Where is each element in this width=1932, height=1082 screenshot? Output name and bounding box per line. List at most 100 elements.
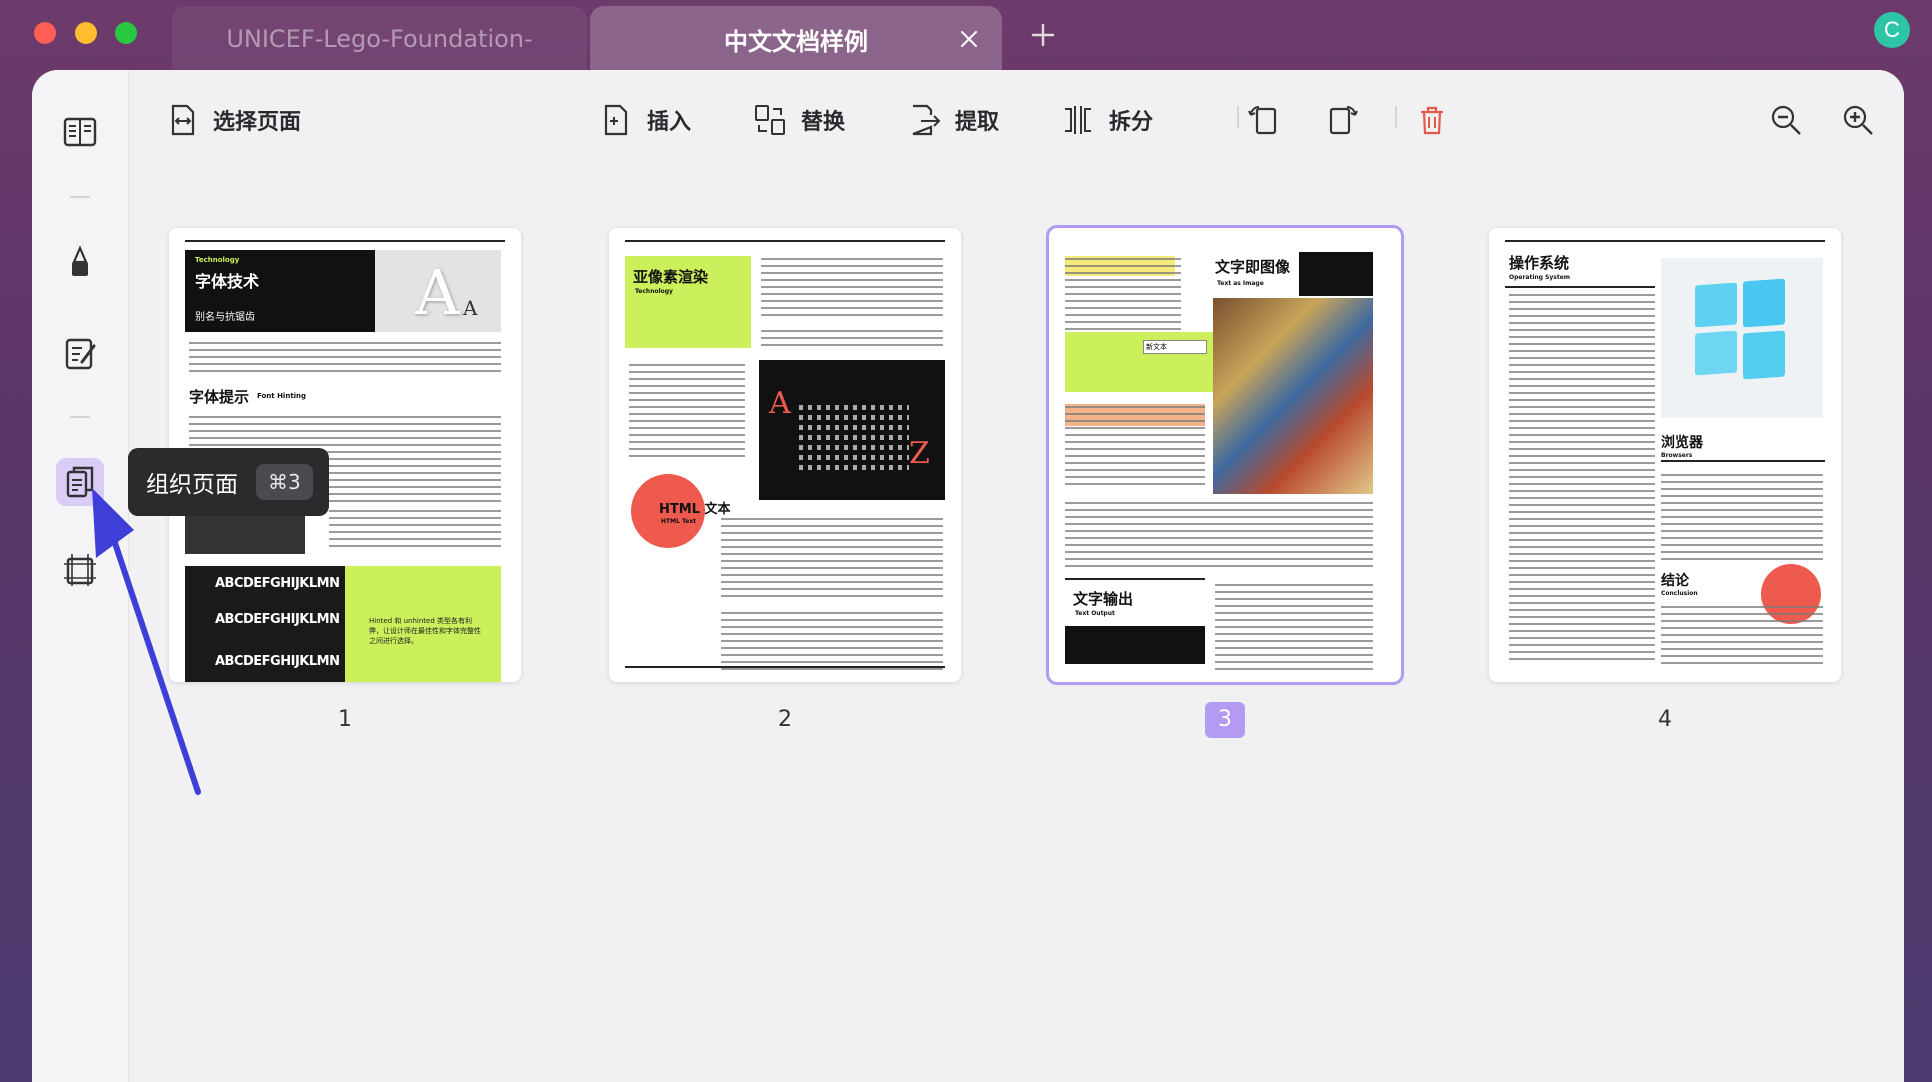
rotate-left-icon <box>1248 106 1277 135</box>
page-thumbnail-3[interactable]: 文字即图像 Text as Image 新文本 文字输出 Text Output <box>1046 225 1404 685</box>
text-lines <box>761 258 943 320</box>
rule <box>1505 286 1655 288</box>
close-icon[interactable] <box>958 28 980 50</box>
page-subtitle: Text as Image <box>1217 280 1264 287</box>
sidebar-item-reader[interactable] <box>56 108 104 156</box>
organize-pages-icon <box>66 466 94 498</box>
section-subtitle: Text Output <box>1075 610 1115 617</box>
page-thumbnail-4[interactable]: 操作系统 Operating System 浏览器 Browsers 结论 Co… <box>1489 228 1841 682</box>
sample-photo: ABCDEFGHIJKLMN ABCDEFGHIJKLMN ABCDEFGHIJ… <box>185 566 345 682</box>
letter-tiles-photo <box>1213 298 1373 494</box>
delete-button[interactable] <box>1415 100 1449 140</box>
letter-a: A <box>769 386 791 421</box>
page-number-1: 1 <box>338 707 352 732</box>
text-lines <box>761 330 943 348</box>
page-title: 操作系统 <box>1509 254 1570 272</box>
close-window-button[interactable] <box>34 22 56 44</box>
section-subtitle: Font Hinting <box>257 392 307 400</box>
text-lines <box>1661 606 1823 664</box>
page-subtitle: 别名与抗锯齿 <box>195 312 255 323</box>
section-subtitle: HTML Text <box>661 518 697 525</box>
black-box <box>1299 252 1373 296</box>
page-number-3: 3 <box>1205 702 1245 738</box>
toolbar: 选择页面 插入 替换 提取 拆分 <box>129 70 1904 170</box>
replace-label: 替换 <box>801 110 846 135</box>
edit-icon <box>65 338 96 370</box>
crop-icon <box>64 554 96 586</box>
zoom-in-button[interactable] <box>1841 100 1875 140</box>
sidebar-item-highlight[interactable] <box>56 238 104 286</box>
sidebar <box>32 70 128 1082</box>
highlighter-icon <box>72 245 88 276</box>
caption: Hinted 和 unhinted 类型各有利弊，让设计师在最佳性和字体完整性之… <box>369 617 481 645</box>
lime-block: 新文本 <box>1065 332 1213 392</box>
text-lines <box>721 518 943 600</box>
conclusion-title: 结论 <box>1661 573 1689 589</box>
zoom-out-button[interactable] <box>1769 100 1803 140</box>
maximize-window-button[interactable] <box>115 22 137 44</box>
rotate-right-button[interactable] <box>1325 100 1359 140</box>
sample-text-1: ABCDEFGHIJKLMN <box>215 576 340 591</box>
text-lines <box>721 612 943 672</box>
page-number-2: 2 <box>778 707 792 732</box>
sidebar-item-crop[interactable] <box>56 546 104 594</box>
tab-label: 中文文档样例 <box>724 27 868 56</box>
tooltip-organize-pages: 组织页面 ⌘3 <box>128 448 329 516</box>
zoom-in-icon <box>1843 105 1873 135</box>
caption-block: Hinted 和 unhinted 类型各有利弊，让设计师在最佳性和字体完整性之… <box>345 566 501 682</box>
section-title: 文字输出 <box>1073 590 1134 608</box>
page-title: 亚像素渲染 <box>633 268 709 286</box>
insert-label: 插入 <box>647 110 692 135</box>
letters-photo: A Z <box>759 360 945 500</box>
tab-chinese-doc[interactable]: 中文文档样例 <box>590 6 1002 72</box>
text-lines <box>1661 474 1823 560</box>
section-title: 浏览器 <box>1661 435 1703 451</box>
split-icon <box>1065 106 1091 134</box>
rotate-left-button[interactable] <box>1247 100 1281 140</box>
page-subtitle: Operating System <box>1509 274 1571 281</box>
page-number-4: 4 <box>1658 707 1672 732</box>
text-field: 新文本 <box>1143 340 1207 354</box>
replace-icon <box>755 105 785 135</box>
rule <box>625 240 945 242</box>
rotate-right-icon <box>1329 106 1358 135</box>
split-button[interactable]: 拆分 <box>1061 100 1153 140</box>
sidebar-item-organize[interactable] <box>56 458 104 506</box>
sidebar-item-edit[interactable] <box>56 330 104 378</box>
extract-button[interactable]: 提取 <box>907 100 999 140</box>
letter-z: Z <box>909 436 930 471</box>
replace-button[interactable]: 替换 <box>753 100 845 140</box>
new-tab-plus-icon[interactable] <box>1030 22 1056 48</box>
text-lines <box>1065 258 1181 340</box>
windows-logo-image <box>1661 258 1823 418</box>
letter-grid <box>799 400 909 470</box>
section-title: HTML 文本 <box>659 502 731 517</box>
toolbar-divider <box>1237 106 1239 128</box>
conclusion-subtitle: Conclusion <box>1661 590 1698 597</box>
book-icon <box>63 117 97 147</box>
zoom-out-icon <box>1771 105 1801 135</box>
avatar[interactable]: C <box>1874 12 1910 48</box>
sidebar-divider <box>70 196 90 198</box>
minimize-window-button[interactable] <box>75 22 97 44</box>
tooltip-shortcut: ⌘3 <box>256 464 313 500</box>
select-pages-button[interactable]: 选择页面 <box>165 100 301 140</box>
section-subtitle: Browsers <box>1661 452 1693 459</box>
page-subtitle: Technology <box>635 288 673 295</box>
page-title: 文字即图像 <box>1215 258 1291 276</box>
extract-label: 提取 <box>955 110 1000 135</box>
rule <box>1505 240 1825 242</box>
text-lines <box>189 342 501 374</box>
page-thumbnail-2[interactable]: 亚像素渲染 Technology A Z HTML 文本 HTML Text <box>609 228 961 682</box>
tab-unicef[interactable]: UNICEF-Lego-Foundation- <box>172 6 587 72</box>
insert-button[interactable]: 插入 <box>599 100 691 140</box>
text-lines <box>1215 584 1373 672</box>
text-lines <box>629 364 745 460</box>
select-pages-label: 选择页面 <box>213 110 302 135</box>
text-lines <box>1509 294 1655 664</box>
text-lines <box>1065 406 1205 490</box>
tag: Technology <box>195 256 240 264</box>
black-box <box>1065 626 1205 664</box>
split-label: 拆分 <box>1109 110 1154 135</box>
extract-icon <box>912 104 941 136</box>
